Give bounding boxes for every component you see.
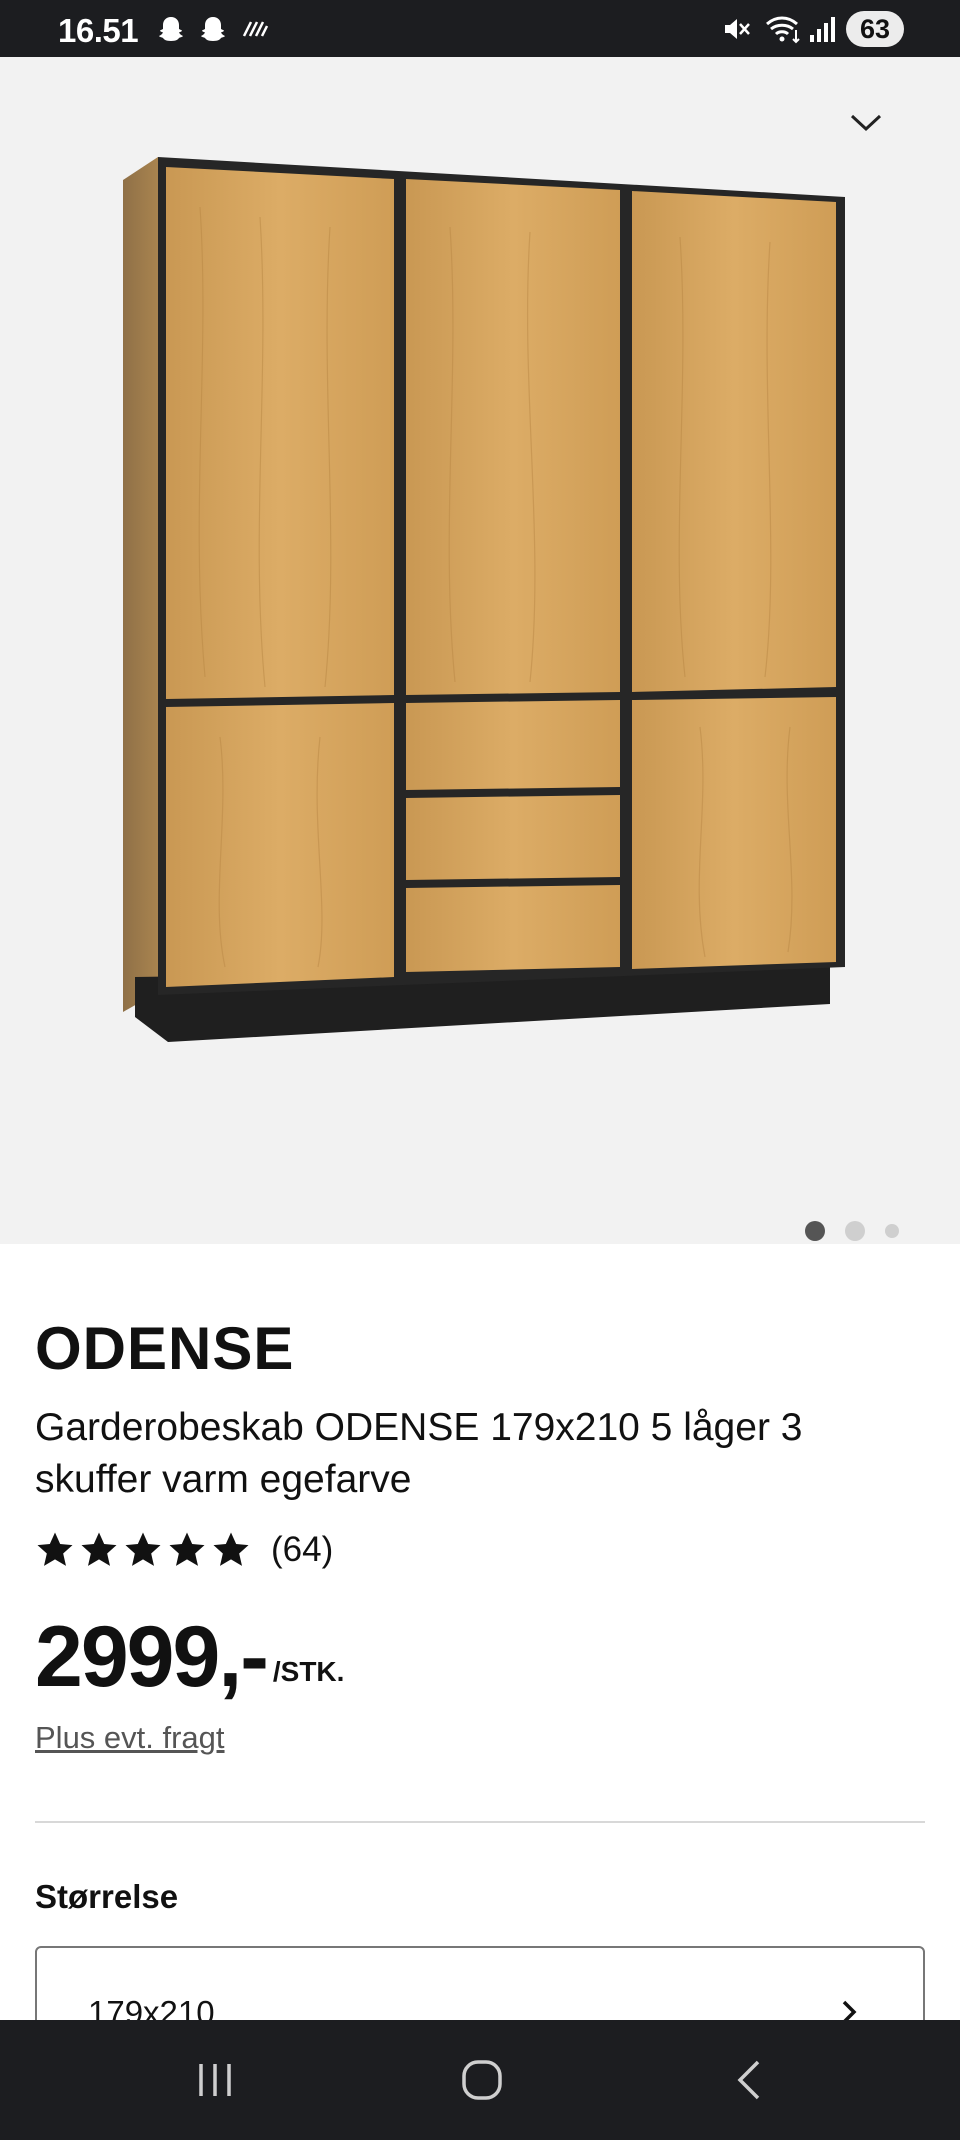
battery-icon: 63 bbox=[846, 11, 904, 47]
wardrobe-photo bbox=[123, 157, 845, 1042]
product-rating[interactable]: (64) bbox=[35, 1530, 333, 1570]
status-bar: 16.51 63 bbox=[0, 0, 960, 57]
signal-icon bbox=[808, 14, 836, 44]
status-time: 16.51 bbox=[58, 12, 139, 49]
rating-stars bbox=[35, 1530, 251, 1570]
mute-icon bbox=[720, 14, 752, 44]
wifi-icon bbox=[764, 14, 804, 44]
divider bbox=[35, 1821, 925, 1823]
star-icon bbox=[169, 1532, 205, 1566]
pagination-dot-active[interactable] bbox=[805, 1221, 825, 1241]
price-unit: /STK. bbox=[272, 1656, 345, 1687]
navigation-bar bbox=[0, 2020, 960, 2140]
review-count[interactable]: (64) bbox=[271, 1530, 333, 1570]
back-icon[interactable] bbox=[720, 2050, 780, 2110]
gallery-pagination bbox=[805, 1221, 899, 1241]
product-brand: ODENSE bbox=[35, 1315, 295, 1382]
size-heading: Størrelse bbox=[35, 1878, 179, 1915]
home-icon[interactable] bbox=[452, 2050, 512, 2110]
star-icon bbox=[37, 1532, 73, 1566]
star-icon bbox=[213, 1532, 249, 1566]
price-row: 2999,- /STK. bbox=[35, 1612, 344, 1702]
shipping-link[interactable]: Plus evt. fragt bbox=[35, 1720, 225, 1756]
pagination-dot[interactable] bbox=[885, 1224, 899, 1238]
star-icon bbox=[125, 1532, 161, 1566]
pagination-dot[interactable] bbox=[845, 1221, 865, 1241]
snapchat-icon bbox=[154, 14, 188, 44]
product-description: Garderobeskab ODENSE 179x210 5 låger 3 s… bbox=[35, 1406, 803, 1501]
product-price: 2999,- bbox=[35, 1609, 269, 1705]
recents-icon[interactable] bbox=[185, 2050, 245, 2110]
chevron-down-icon[interactable] bbox=[850, 114, 882, 132]
star-icon bbox=[81, 1532, 117, 1566]
data-sync-icon bbox=[240, 14, 270, 44]
snapchat-icon bbox=[196, 14, 230, 44]
product-image-gallery[interactable] bbox=[0, 57, 960, 1244]
